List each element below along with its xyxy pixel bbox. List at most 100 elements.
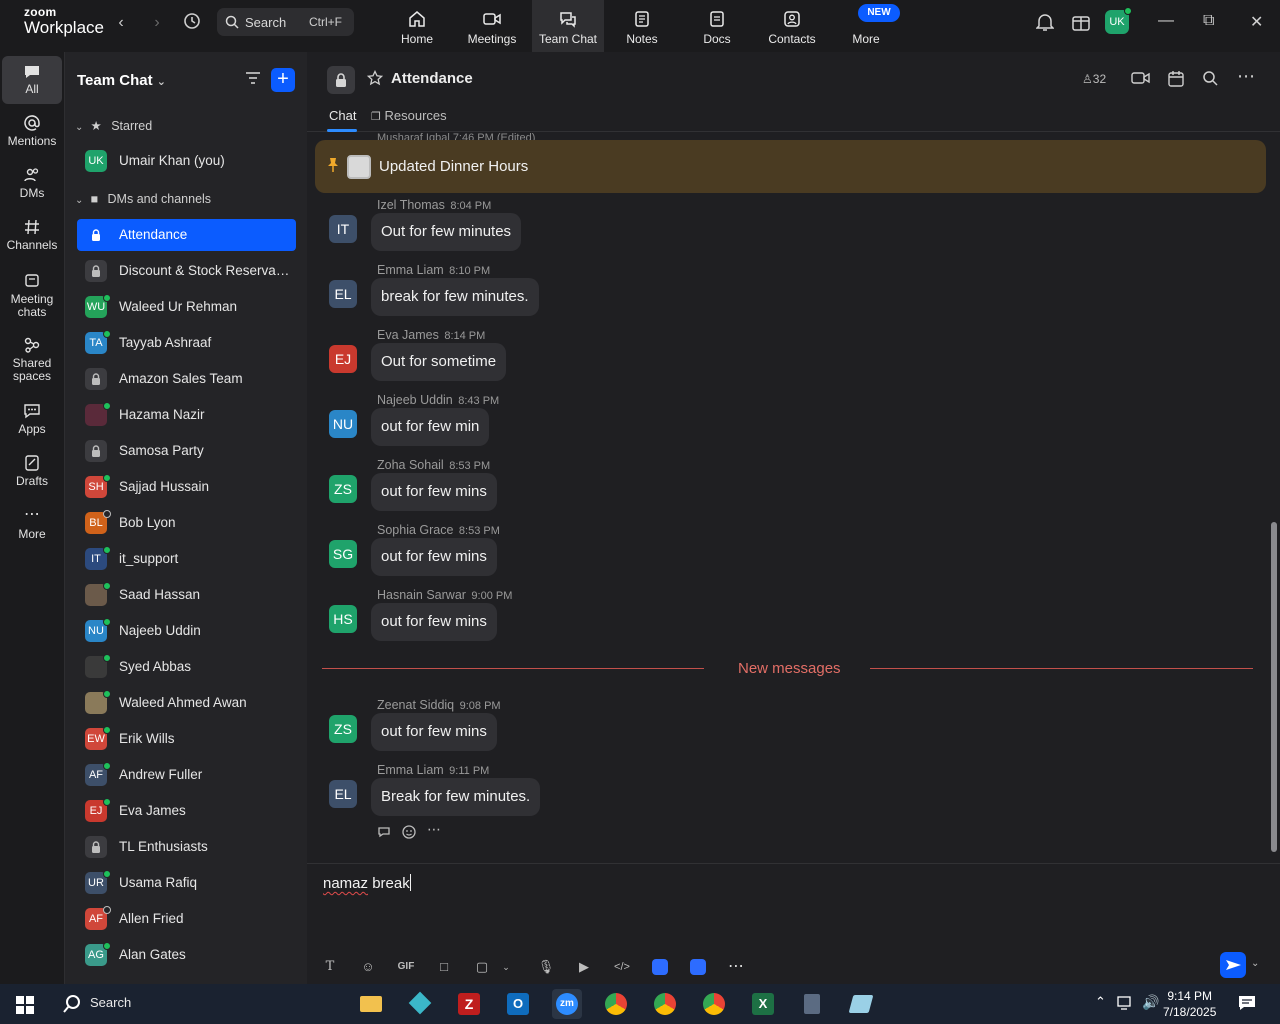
message-bubble[interactable]: Out for sometime: [371, 343, 507, 381]
add-chat-button[interactable]: +: [271, 68, 295, 92]
sidebar-chat-row[interactable]: EW Erik Wills: [77, 723, 296, 755]
message-bubble[interactable]: out for few min: [371, 408, 490, 446]
sidebar-chat-row[interactable]: NU Najeeb Uddin: [77, 615, 296, 647]
tab-resources[interactable]: ❐ Resources: [371, 108, 447, 123]
tab-meetings[interactable]: Meetings: [456, 0, 528, 52]
sidebar-chat-row[interactable]: Amazon Sales Team: [77, 363, 296, 395]
app-shortcut-icon[interactable]: [649, 956, 671, 978]
sidebar-chat-row[interactable]: AF Allen Fried: [77, 903, 296, 935]
code-snippet-icon[interactable]: </>: [611, 956, 633, 978]
microphone-icon[interactable]: 🎙: [535, 956, 557, 978]
restore-icon[interactable]: ⧉: [1203, 12, 1214, 30]
sender-name[interactable]: Zoha Sohail: [377, 458, 444, 472]
chrome-profile-icon[interactable]: [650, 989, 680, 1019]
more-options-icon[interactable]: ⋯: [1237, 66, 1255, 87]
show-hidden-icons-chevron[interactable]: ⌃: [1095, 994, 1106, 1010]
back-arrow-icon[interactable]: ‹: [110, 12, 132, 34]
sender-avatar[interactable]: HS: [329, 605, 357, 633]
sender-name[interactable]: Zeenat Siddiq: [377, 698, 454, 712]
calendar-icon[interactable]: [1167, 70, 1185, 93]
gif-icon[interactable]: GIF: [395, 956, 417, 978]
favorite-star-icon[interactable]: [366, 69, 384, 91]
sidebar-chat-row[interactable]: WU Waleed Ur Rehman: [77, 291, 296, 323]
network-icon[interactable]: [1117, 995, 1135, 1016]
notifications-icon[interactable]: [1238, 994, 1256, 1017]
attach-file-icon[interactable]: □: [433, 956, 455, 978]
sidebar-chat-row[interactable]: Waleed Ahmed Awan: [77, 687, 296, 719]
calendar-gift-icon[interactable]: [1071, 12, 1091, 37]
rail-channels[interactable]: Channels: [2, 218, 62, 252]
sender-name[interactable]: Emma Liam: [377, 263, 444, 277]
tab-docs[interactable]: Docs: [681, 0, 753, 52]
composer-more-icon[interactable]: ⋯: [725, 956, 747, 978]
sidebar-chat-row[interactable]: AF Andrew Fuller: [77, 759, 296, 791]
rail-dms[interactable]: DMs: [2, 166, 62, 200]
taskbar-search-icon[interactable]: [62, 994, 82, 1019]
chrome-profile-2-icon[interactable]: [699, 989, 729, 1019]
tab-notes[interactable]: Notes: [606, 0, 678, 52]
filezilla-icon[interactable]: Z: [454, 989, 484, 1019]
emoji-icon[interactable]: ☺: [357, 956, 379, 978]
zoom-app-icon[interactable]: [687, 956, 709, 978]
rail-all[interactable]: All: [2, 56, 62, 104]
sidebar-chat-row[interactable]: BL Bob Lyon: [77, 507, 296, 539]
rail-apps[interactable]: Apps: [2, 402, 62, 436]
minimize-icon[interactable]: —: [1158, 12, 1174, 30]
sender-avatar[interactable]: ZS: [329, 715, 357, 743]
message-bubble[interactable]: out for few mins: [371, 538, 497, 576]
sidebar-chat-row[interactable]: Attendance: [77, 219, 296, 251]
sender-name[interactable]: Hasnain Sarwar: [377, 588, 466, 602]
sender-avatar[interactable]: ZS: [329, 475, 357, 503]
channel-title[interactable]: Attendance: [391, 70, 473, 87]
sender-avatar[interactable]: NU: [329, 410, 357, 438]
sidebar-title[interactable]: Team Chat ⌄: [77, 72, 166, 89]
format-text-icon[interactable]: T: [319, 956, 341, 978]
rail-meeting-chats[interactable]: Meeting chats: [2, 272, 62, 319]
tab-contacts[interactable]: Contacts: [756, 0, 828, 52]
send-button[interactable]: [1220, 952, 1246, 978]
outlook-icon[interactable]: O: [503, 989, 533, 1019]
rail-drafts[interactable]: Drafts: [2, 454, 62, 488]
screenshot-chevron-icon[interactable]: ⌄: [495, 956, 517, 978]
message-more-icon[interactable]: ⋯: [427, 821, 441, 838]
sidebar-chat-row[interactable]: AG Alan Gates: [77, 939, 296, 971]
section-dms-channels[interactable]: ⌄ ■ DMs and channels: [75, 192, 211, 206]
add-reaction-icon[interactable]: [401, 824, 417, 845]
sender-name[interactable]: Izel Thomas: [377, 198, 445, 212]
sender-name[interactable]: Eva James: [377, 328, 439, 342]
screenshot-icon[interactable]: ▢: [471, 956, 493, 978]
sidebar-chat-row[interactable]: Syed Abbas: [77, 651, 296, 683]
pinned-message-banner[interactable]: Updated Dinner Hours: [315, 140, 1266, 193]
excel-icon[interactable]: X: [748, 989, 778, 1019]
sidebar-chat-row[interactable]: TA Tayyab Ashraaf: [77, 327, 296, 359]
sidebar-chat-row[interactable]: UR Usama Rafiq: [77, 867, 296, 899]
tab-team-chat[interactable]: Team Chat: [532, 0, 604, 52]
sender-avatar[interactable]: SG: [329, 540, 357, 568]
sidebar-chat-row[interactable]: TL Enthusiasts: [77, 831, 296, 863]
video-call-icon[interactable]: [1131, 70, 1151, 91]
send-options-chevron-icon[interactable]: ⌄: [1251, 958, 1259, 969]
sidebar-item-starred-self[interactable]: UK Umair Khan (you): [77, 145, 296, 177]
taskbar-search-label[interactable]: Search: [90, 995, 131, 1010]
sender-name[interactable]: Najeeb Uddin: [377, 393, 453, 407]
sidebar-chat-row[interactable]: SH Sajjad Hussain: [77, 471, 296, 503]
zoom-taskbar-icon[interactable]: zm: [552, 989, 582, 1019]
search-input[interactable]: Search Ctrl+F: [217, 8, 354, 36]
message-bubble[interactable]: Out for few minutes: [371, 213, 522, 251]
message-input[interactable]: namaz break: [323, 874, 411, 892]
sender-avatar[interactable]: IT: [329, 215, 357, 243]
sender-avatar[interactable]: EL: [329, 280, 357, 308]
sender-name[interactable]: Sophia Grace: [377, 523, 453, 537]
tab-home[interactable]: Home: [381, 0, 453, 52]
sidebar-chat-row[interactable]: IT it_support: [77, 543, 296, 575]
sender-avatar[interactable]: EL: [329, 780, 357, 808]
tab-chat[interactable]: Chat: [329, 108, 356, 123]
member-count[interactable]: ♙32: [1082, 72, 1106, 86]
sender-avatar[interactable]: EJ: [329, 345, 357, 373]
calculator-icon[interactable]: [797, 989, 827, 1019]
rail-more[interactable]: ⋯ More: [2, 507, 62, 541]
message-bubble[interactable]: out for few mins: [371, 473, 497, 511]
history-icon[interactable]: [182, 11, 204, 33]
system-clock[interactable]: 9:14 PM 7/18/2025: [1163, 988, 1216, 1020]
chrome-icon[interactable]: [601, 989, 631, 1019]
